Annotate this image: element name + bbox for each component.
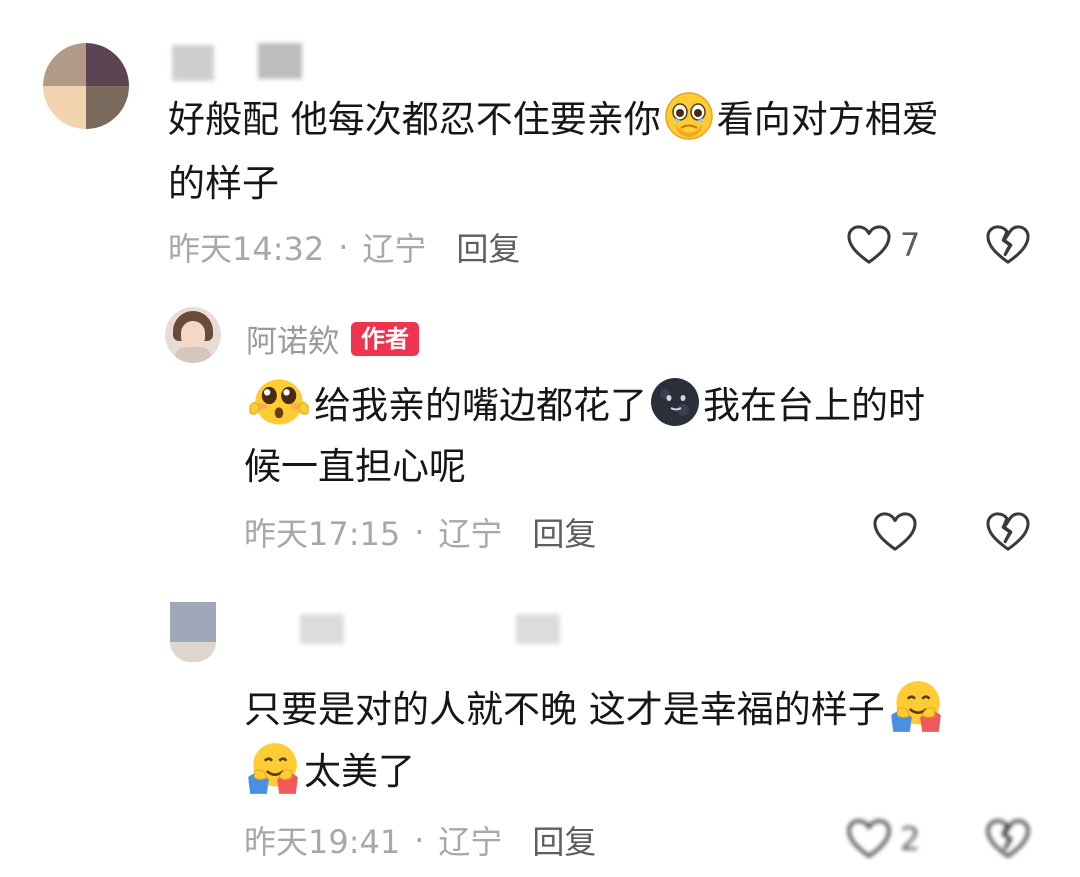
username[interactable]	[300, 614, 344, 644]
reply-button[interactable]: 回复	[456, 224, 520, 270]
username-part	[516, 614, 560, 644]
comment-3: 只要是对的人就不晚 这才是幸福的样子 太美了 昨天19:41 · 辽宁 回复 2	[0, 580, 1080, 877]
reply-button[interactable]: 回复	[532, 509, 596, 555]
like-button[interactable]	[872, 511, 918, 553]
comment-meta: 昨天19:41 · 辽宁 回复	[244, 818, 596, 862]
meta-separator: ·	[338, 228, 349, 266]
comment-region: 辽宁	[438, 515, 503, 553]
bottom-fade	[600, 800, 630, 877]
heart-outline-icon	[846, 224, 892, 266]
like-count: 2	[900, 820, 921, 858]
comment-text-line1b: 看向对方相爱	[716, 98, 939, 141]
comment-region: 辽宁	[362, 230, 427, 268]
avatar[interactable]	[170, 602, 216, 662]
face-holding-back-tears-emoji	[663, 90, 715, 142]
author-header: 阿诺欸 作者	[246, 316, 419, 361]
broken-heart-icon	[985, 511, 1031, 553]
meta-separator: ·	[414, 821, 425, 859]
like-button[interactable]: 2	[846, 818, 920, 860]
dislike-button[interactable]	[985, 511, 1031, 553]
comment-text-line2: 的样子	[168, 162, 279, 205]
heart-outline-icon	[846, 818, 892, 860]
avatar[interactable]	[43, 43, 129, 129]
username[interactable]	[172, 45, 214, 81]
dislike-button[interactable]	[985, 224, 1031, 266]
comment-text-line1a: 给我亲的嘴边都花了	[314, 384, 647, 427]
comment-time: 昨天14:32	[168, 230, 325, 268]
broken-heart-icon	[985, 818, 1031, 860]
author-avatar[interactable]	[165, 307, 221, 363]
comment-text-line2-text: 太美了	[304, 750, 415, 793]
new-moon-face-emoji	[649, 376, 701, 428]
like-button[interactable]: 7	[846, 224, 920, 266]
comment-text-line1: 只要是对的人就不晚 这才是幸福的样子	[244, 688, 885, 731]
comment-region: 辽宁	[438, 823, 503, 861]
hugging-face-emoji	[887, 678, 945, 736]
comment-text-line2: 太美了	[244, 740, 415, 800]
comment-meta: 昨天17:15 · 辽宁 回复	[244, 510, 596, 554]
comment-time: 昨天19:41	[244, 823, 401, 861]
broken-heart-icon	[985, 224, 1031, 266]
comment-text: 给我亲的嘴边都花了 我在台上的时	[244, 374, 925, 434]
reply-button[interactable]: 回复	[532, 817, 596, 863]
dislike-button[interactable]	[985, 818, 1031, 860]
comment-text: 好般配 他每次都忍不住要亲你 看向对方相爱	[168, 90, 939, 148]
heart-outline-icon	[872, 511, 918, 553]
comment-text-line1b: 我在台上的时	[703, 384, 925, 427]
comment-1: 好般配 他每次都忍不住要亲你 看向对方相爱 的样子 昨天14:32 · 辽宁 回复…	[0, 0, 1080, 290]
comment-text: 只要是对的人就不晚 这才是幸福的样子	[244, 678, 947, 738]
comment-text-line1a: 好般配 他每次都忍不住要亲你	[168, 98, 661, 141]
hugging-face-emoji	[244, 740, 302, 798]
username-part	[258, 43, 302, 79]
comment-2: 阿诺欸 作者 给我亲的嘴边都花了 我在台上的时 候一直担心呢 昨天17:15 · …	[0, 290, 1080, 580]
comment-meta: 昨天14:32 · 辽宁 回复	[168, 225, 520, 269]
author-name[interactable]: 阿诺欸	[246, 316, 339, 361]
meta-separator: ·	[414, 513, 425, 551]
author-badge: 作者	[351, 321, 419, 356]
comment-text-line2: 候一直担心呢	[244, 445, 466, 488]
comment-time: 昨天17:15	[244, 515, 401, 553]
pleading-face-emoji	[246, 374, 312, 430]
like-count: 7	[900, 226, 921, 264]
